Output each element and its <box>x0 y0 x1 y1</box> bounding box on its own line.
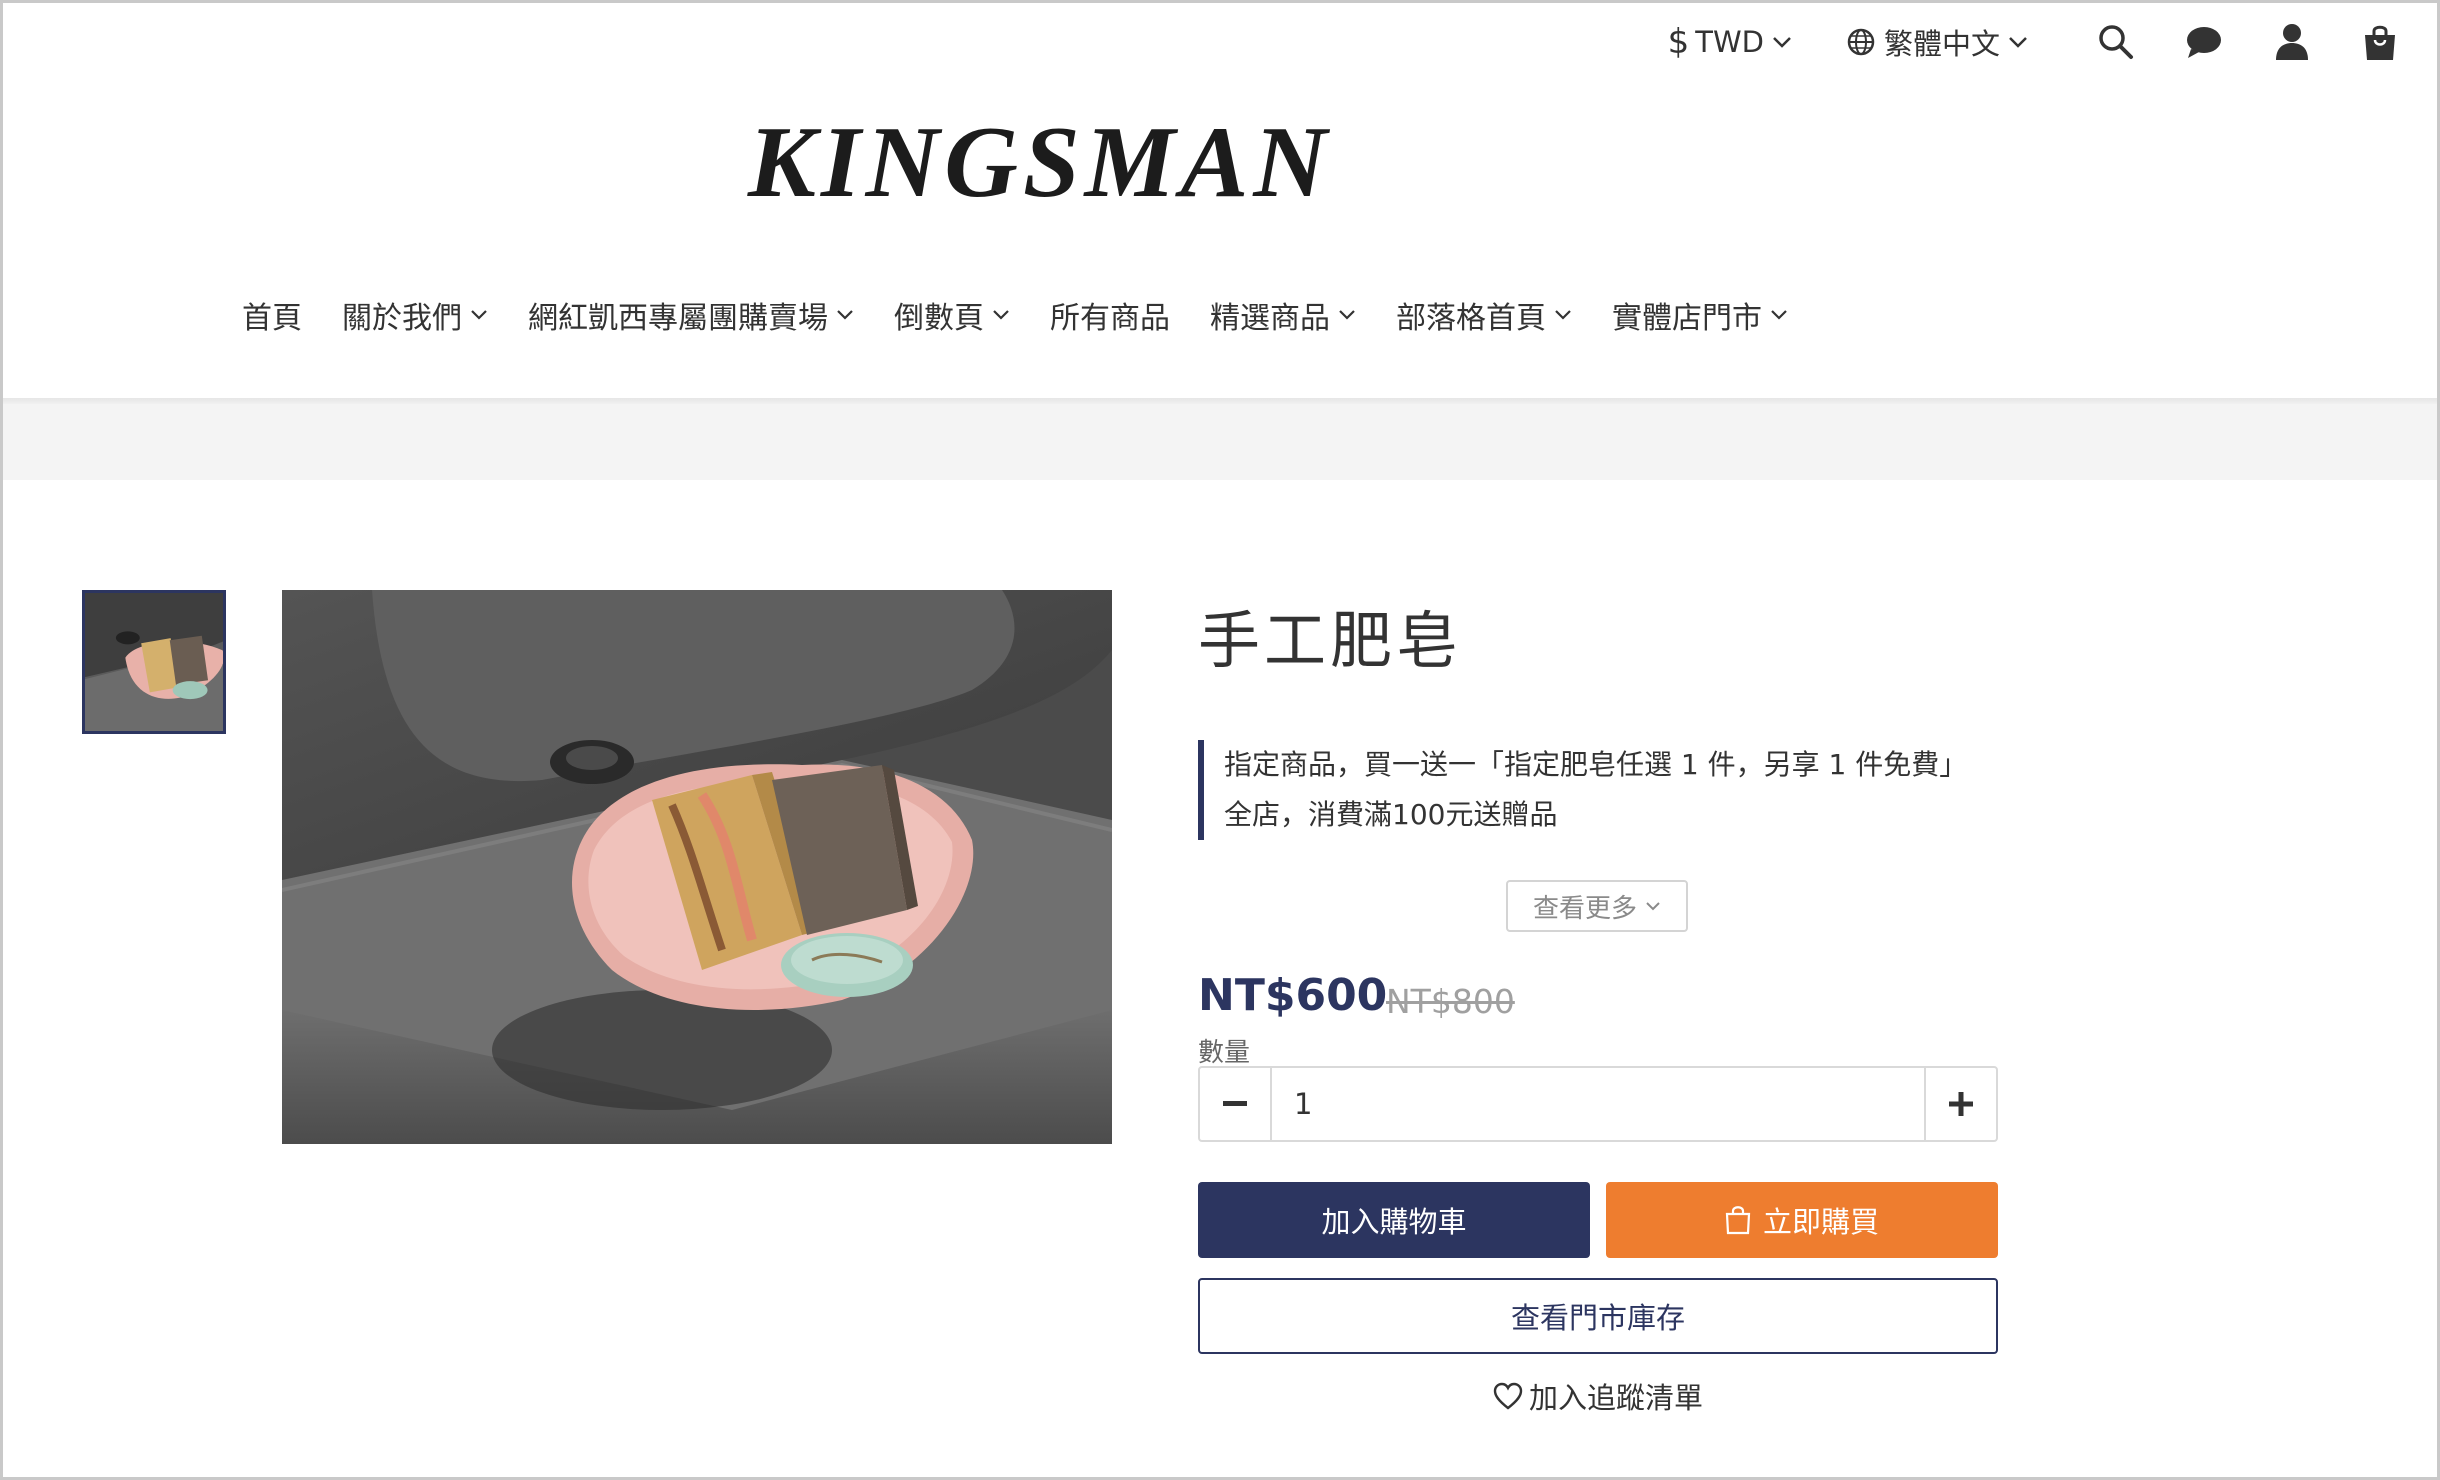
plus-icon <box>1949 1092 1973 1116</box>
nav-item-label: 首頁 <box>242 301 302 336</box>
breadcrumb-banner <box>3 404 2437 480</box>
nav-item-stores[interactable]: 實體店門市 <box>1612 293 1788 337</box>
quantity-stepper: 1 <box>1198 1066 1998 1142</box>
chevron-down-icon <box>1646 902 1660 911</box>
see-more-label: 查看更多 <box>1532 893 1637 924</box>
add-to-wishlist-button[interactable]: 加入追蹤清單 <box>1198 1374 1998 1418</box>
chevron-down-icon <box>2009 37 2027 48</box>
sale-price: NT$600 <box>1198 970 1388 1021</box>
chevron-down-icon <box>1555 310 1571 320</box>
product-main-image[interactable] <box>282 590 1112 1144</box>
see-more-button[interactable]: 查看更多 <box>1506 880 1688 932</box>
product-title: 手工肥皂 <box>1198 604 1463 677</box>
language-label: 繁體中文 <box>1883 27 2000 61</box>
nav-item-home[interactable]: 首頁 <box>242 293 302 337</box>
add-to-cart-label: 加入購物車 <box>1321 1205 1467 1239</box>
quantity-increase-button[interactable] <box>1924 1068 1996 1140</box>
check-stock-label: 查看門市庫存 <box>1510 1301 1685 1335</box>
original-price: NT$800 <box>1386 982 1515 1021</box>
shopping-bag-icon <box>1725 1206 1751 1235</box>
main-nav: 首頁 關於我們 網紅凱西專屬團購賣場 倒數頁 所有商品 精選商品 部落格首頁 實… <box>242 290 1828 340</box>
heart-icon <box>1493 1382 1523 1410</box>
buy-now-label: 立即購買 <box>1762 1205 1879 1239</box>
nav-item-label: 部落格首頁 <box>1396 301 1546 336</box>
quantity-decrease-button[interactable] <box>1200 1068 1272 1140</box>
nav-item-label: 倒數頁 <box>894 301 984 336</box>
nav-item-about[interactable]: 關於我們 <box>342 293 488 337</box>
add-to-cart-button[interactable]: 加入購物車 <box>1198 1182 1590 1258</box>
buy-now-button[interactable]: 立即購買 <box>1606 1182 1998 1258</box>
promotion-list: 指定商品，買一送一「指定肥皂任選 1 件，另享 1 件免費」 全店，消費滿100… <box>1198 740 1967 840</box>
chat-icon[interactable] <box>2184 22 2224 62</box>
nav-item-all-products[interactable]: 所有商品 <box>1050 293 1170 337</box>
chevron-down-icon <box>993 310 1009 320</box>
product-thumbnail[interactable] <box>82 590 226 734</box>
currency-label: TWD <box>1695 25 1764 59</box>
utility-bar: $ TWD 繁體中文 <box>1668 18 2400 66</box>
user-icon[interactable] <box>2272 22 2312 62</box>
globe-icon <box>1847 28 1875 56</box>
nav-item-countdown[interactable]: 倒數頁 <box>894 293 1010 337</box>
promotion-item[interactable]: 全店，消費滿100元送贈品 <box>1224 790 1967 840</box>
chevron-down-icon <box>1771 310 1787 320</box>
chevron-down-icon <box>471 310 487 320</box>
nav-item-label: 實體店門市 <box>1612 301 1762 336</box>
chevron-down-icon <box>837 310 853 320</box>
store-logo[interactable]: KINGSMAN <box>720 112 1360 214</box>
promotion-item[interactable]: 指定商品，買一送一「指定肥皂任選 1 件，另享 1 件免費」 <box>1224 740 1967 790</box>
language-selector[interactable]: 繁體中文 <box>1846 21 2028 63</box>
nav-item-group-buy[interactable]: 網紅凱西專屬團購賣場 <box>528 293 854 337</box>
currency-selector[interactable]: $ TWD <box>1668 22 1792 62</box>
quantity-input[interactable]: 1 <box>1272 1068 1924 1140</box>
nav-item-label: 所有商品 <box>1050 301 1170 336</box>
chevron-down-icon <box>1773 37 1791 48</box>
chevron-down-icon <box>1339 310 1355 320</box>
nav-item-blog[interactable]: 部落格首頁 <box>1396 293 1572 337</box>
minus-icon <box>1223 1101 1247 1106</box>
currency-symbol: $ <box>1667 22 1690 62</box>
cart-icon[interactable] <box>2360 22 2400 62</box>
search-icon[interactable] <box>2096 22 2136 62</box>
nav-item-label: 精選商品 <box>1210 301 1330 336</box>
check-store-stock-button[interactable]: 查看門市庫存 <box>1198 1278 1998 1354</box>
nav-item-label: 關於我們 <box>342 301 462 336</box>
nav-item-featured[interactable]: 精選商品 <box>1210 293 1356 337</box>
nav-item-label: 網紅凱西專屬團購賣場 <box>528 301 828 336</box>
wishlist-label: 加入追蹤清單 <box>1528 1381 1703 1415</box>
quantity-label: 數量 <box>1198 1038 1251 1068</box>
